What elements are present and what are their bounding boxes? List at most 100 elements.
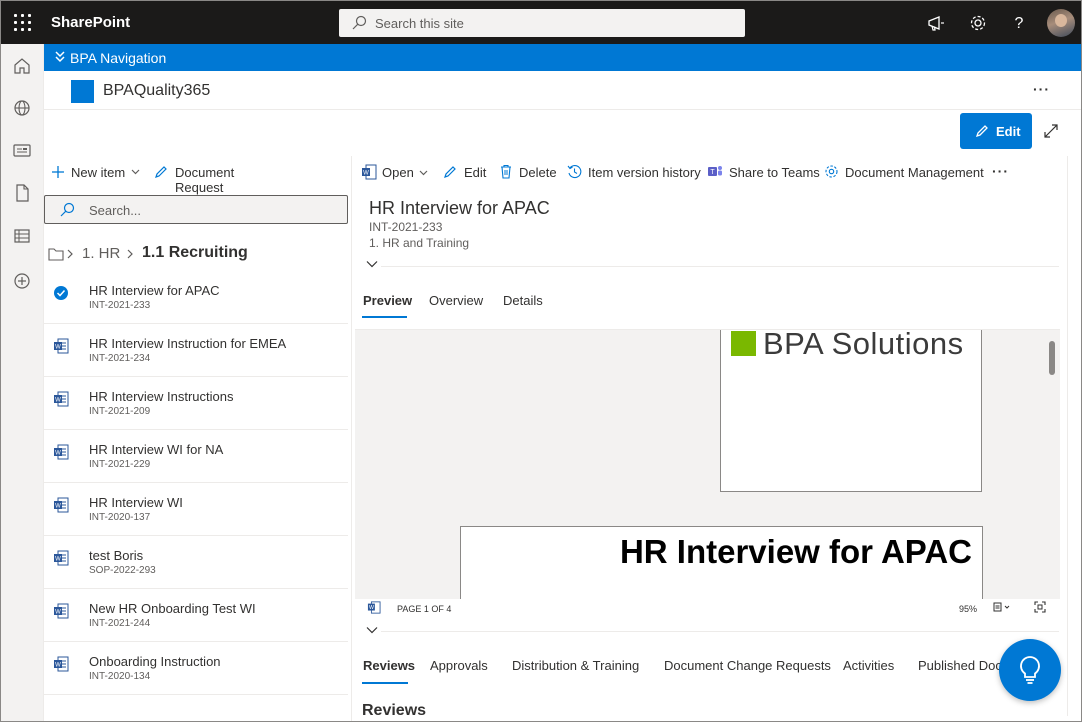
tab-preview[interactable]: Preview <box>363 293 412 308</box>
breadcrumb-item-hr[interactable]: 1. HR <box>82 245 120 262</box>
item-id: INT-2020-137 <box>89 512 151 523</box>
reviews-section-title: Reviews <box>362 702 427 719</box>
list-item[interactable]: W HR Interview WI INT-2020-137 <box>44 483 348 536</box>
expand-chevron-icon[interactable] <box>366 260 378 268</box>
item-title: HR Interview Instruction for EMEA <box>89 336 287 351</box>
double-chevron-down-icon <box>55 51 65 63</box>
checkmark-circle-icon[interactable] <box>53 285 69 301</box>
list-search[interactable] <box>44 195 348 224</box>
breadcrumb-item-recruiting[interactable]: 1.1 Recruiting <box>142 244 248 262</box>
gear-icon[interactable] <box>967 12 989 34</box>
list-icon[interactable] <box>12 226 32 246</box>
zoom-level[interactable]: 95% <box>959 604 977 614</box>
active-tab-indicator <box>362 316 407 318</box>
add-icon[interactable] <box>12 271 32 291</box>
sharepoint-window: SharePoint ? BPA Navigation BPAQuality36… <box>0 0 1082 722</box>
preview-footer: W PAGE 1 OF 4 95% <box>355 599 1060 617</box>
svg-text:?: ? <box>1015 15 1024 32</box>
news-icon[interactable] <box>12 140 32 160</box>
add-icon <box>52 166 64 178</box>
list-item[interactable]: W HR Interview Instruction for EMEA INT-… <box>44 324 348 377</box>
site-title[interactable]: BPAQuality365 <box>103 82 210 100</box>
view-mode-icon[interactable] <box>993 602 1013 612</box>
preview-page-2: HR Interview for APAC <box>460 526 983 599</box>
section-divider <box>381 631 1059 632</box>
svg-text:W: W <box>363 171 369 177</box>
item-id: SOP-2022-293 <box>89 565 156 576</box>
home-icon[interactable] <box>12 56 32 76</box>
item-id: INT-2021-233 <box>89 300 151 311</box>
megaphone-icon[interactable] <box>925 12 947 34</box>
preview-scrollbar[interactable] <box>1049 341 1055 375</box>
document-request-button[interactable]: Document Request <box>154 165 284 195</box>
list-item[interactable]: W HR Interview Instructions INT-2021-209 <box>44 377 348 430</box>
detail-more-button[interactable]: ··· <box>992 163 1009 179</box>
item-id: INT-2021-233 <box>369 220 443 234</box>
avatar[interactable] <box>1047 9 1075 37</box>
share-to-teams-label: Share to Teams <box>729 165 820 180</box>
history-icon <box>567 165 582 179</box>
page-scroll-track <box>1067 156 1068 716</box>
suite-bar: SharePoint ? <box>1 1 1081 44</box>
tab-reviews[interactable]: Reviews <box>363 658 415 673</box>
item-id: INT-2021-229 <box>89 459 151 470</box>
tab-activities[interactable]: Activities <box>843 658 894 673</box>
bpa-logo-square <box>731 331 756 356</box>
document-heading: HR Interview for APAC <box>619 533 972 570</box>
item-title: HR Interview for APAC <box>89 283 220 298</box>
waffle-icon[interactable] <box>13 13 31 31</box>
svg-text:W: W <box>369 605 374 611</box>
document-request-label: Document Request <box>175 165 235 195</box>
list-item[interactable]: W New HR Onboarding Test WI INT-2021-244 <box>44 589 348 642</box>
app-name[interactable]: SharePoint <box>51 14 130 31</box>
folder-icon[interactable] <box>48 247 64 261</box>
tab-published-documents[interactable]: Published Docu <box>918 658 1009 673</box>
pane-divider[interactable] <box>351 156 352 721</box>
item-id: INT-2021-209 <box>89 406 151 417</box>
site-search-input[interactable] <box>375 9 735 37</box>
word-file-icon: W <box>54 338 69 354</box>
item-title: HR Interview WI <box>89 495 183 510</box>
svg-text:W: W <box>55 663 61 669</box>
svg-text:W: W <box>55 610 61 616</box>
hub-navigation[interactable]: BPA Navigation <box>44 44 1081 71</box>
collapse-chevron-icon[interactable] <box>366 626 378 634</box>
list-search-input[interactable] <box>89 200 339 220</box>
open-label: Open <box>382 165 414 180</box>
svg-text:W: W <box>55 504 61 510</box>
gear-icon <box>825 165 838 178</box>
word-file-icon: W <box>54 603 69 619</box>
fullscreen-icon[interactable] <box>1034 601 1046 613</box>
help-icon[interactable]: ? <box>1008 12 1030 34</box>
page-edit-button[interactable]: Edit <box>960 113 1032 149</box>
trash-icon <box>501 164 511 179</box>
help-assistant-button[interactable] <box>999 639 1061 701</box>
list-item[interactable]: HR Interview for APAC INT-2021-233 <box>44 271 348 324</box>
delete-label: Delete <box>519 165 557 180</box>
list-item[interactable]: W HR Interview WI for NA INT-2021-229 <box>44 430 348 483</box>
list-item[interactable]: W Onboarding Instruction INT-2020-134 <box>44 642 348 695</box>
preview-page-1: BPA Solutions <box>720 329 982 492</box>
active-bottom-tab-indicator <box>362 682 408 684</box>
expand-icon[interactable] <box>1043 123 1059 139</box>
tab-approvals[interactable]: Approvals <box>430 658 488 673</box>
tab-document-change-requests[interactable]: Document Change Requests <box>664 658 831 673</box>
word-file-icon: W <box>54 497 69 513</box>
document-icon[interactable] <box>12 183 32 203</box>
document-preview[interactable]: BPA Solutions HR Interview for APAC <box>355 329 1060 599</box>
item-id: INT-2021-234 <box>89 353 151 364</box>
word-file-icon: W <box>54 656 69 672</box>
tab-details[interactable]: Details <box>503 293 543 308</box>
globe-icon[interactable] <box>12 98 32 118</box>
header-divider <box>381 266 1059 267</box>
tab-distribution-training[interactable]: Distribution & Training <box>512 658 639 673</box>
site-search[interactable] <box>339 9 745 37</box>
pencil-icon <box>975 125 988 138</box>
site-logo[interactable] <box>71 80 94 103</box>
hub-title[interactable]: BPA Navigation <box>70 50 166 66</box>
site-more-button[interactable]: ··· <box>1033 81 1050 97</box>
new-item-button[interactable]: New item <box>51 165 143 181</box>
bpa-logo-text: BPA Solutions <box>763 329 964 361</box>
tab-overview[interactable]: Overview <box>429 293 483 308</box>
list-item[interactable]: W test Boris SOP-2022-293 <box>44 536 348 589</box>
